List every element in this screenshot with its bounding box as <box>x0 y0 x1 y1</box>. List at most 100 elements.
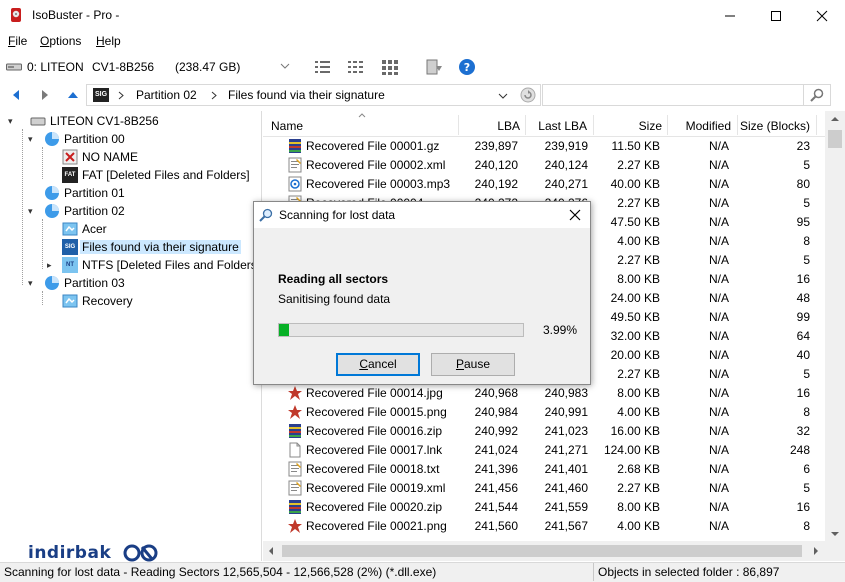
scan-dialog[interactable]: Scanning for lost data Reading all secto… <box>253 201 591 385</box>
tree-item-partition-00[interactable]: Partition 00 <box>44 130 125 148</box>
close-icon <box>816 10 828 21</box>
path-bar[interactable]: SIG Partition 02 Files found via their s… <box>86 84 541 106</box>
column-header-modified[interactable]: Modified <box>667 119 731 133</box>
cell-blocks: 32 <box>796 424 810 438</box>
minimize-button[interactable] <box>707 0 753 31</box>
tree-item-partition-02[interactable]: Partition 02 <box>44 202 125 220</box>
close-icon[interactable] <box>568 208 582 222</box>
table-row[interactable]: Recovered File 00017.lnk 241,024 241,271 12… <box>263 441 825 460</box>
dialog-status-heading: Reading all sectors <box>278 272 389 286</box>
horizontal-scroll-thumb[interactable] <box>282 545 802 557</box>
watermark-logo: indirbak <box>28 543 160 563</box>
text-file-icon <box>288 461 302 477</box>
maximize-button[interactable] <box>753 0 799 31</box>
tree-item-no-name[interactable]: NO NAME <box>62 148 138 166</box>
cell-last: 240,124 <box>544 158 588 172</box>
cell-name: Recovered File 00019.xml <box>306 481 446 495</box>
table-row[interactable]: Recovered File 00002.xml 240,120 240,124 2.… <box>263 156 825 175</box>
search-button[interactable] <box>803 85 830 105</box>
refresh-icon[interactable] <box>520 87 536 103</box>
table-row[interactable]: Recovered File 00018.txt 241,396 241,401 2.… <box>263 460 825 479</box>
table-row[interactable]: Recovered File 00016.zip 240,992 241,023 16… <box>263 422 825 441</box>
forward-arrow-icon[interactable] <box>39 89 51 101</box>
tree-collapse-toggle[interactable]: ▾ <box>8 116 13 127</box>
cancel-button[interactable]: Cancel <box>336 353 420 376</box>
column-header-size[interactable]: Size <box>593 119 662 133</box>
image-file-icon <box>288 519 302 533</box>
column-divider[interactable] <box>816 115 817 135</box>
cell-last: 241,567 <box>544 519 588 533</box>
partition-icon <box>45 276 59 290</box>
tree-expand-toggle[interactable]: ▸ <box>47 260 52 271</box>
table-row[interactable]: Recovered File 00001.gz 239,897 239,919 11.… <box>263 137 825 156</box>
menu-options[interactable]: Options <box>40 34 81 48</box>
cell-size: 4.00 KB <box>617 519 660 533</box>
back-arrow-icon[interactable] <box>10 89 22 101</box>
cell-lba: 240,992 <box>474 424 518 438</box>
table-row[interactable]: Recovered File 00020.zip 241,544 241,559 8.… <box>263 498 825 517</box>
cell-size: 11.50 KB <box>611 139 660 153</box>
tree-item-files-by-signature[interactable]: SIG Files found via their signature <box>62 238 241 256</box>
path-segment-folder[interactable]: Files found via their signature <box>228 88 385 102</box>
cell-mod: N/A <box>708 253 729 267</box>
svg-text:?: ? <box>464 61 470 74</box>
tree-item-recovery[interactable]: Recovery <box>62 292 133 310</box>
cell-last: 241,559 <box>544 500 588 514</box>
scroll-left-icon[interactable] <box>268 546 274 556</box>
details-view-icon[interactable] <box>346 58 366 76</box>
cell-lba: 241,024 <box>474 443 518 457</box>
search-input[interactable] <box>542 84 831 106</box>
table-row[interactable]: Recovered File 00015.png 240,984 240,991 4.… <box>263 403 825 422</box>
chevron-down-icon[interactable] <box>280 62 290 70</box>
cell-size: 20.00 KB <box>610 348 660 362</box>
tree-item-partition-03[interactable]: Partition 03 <box>44 274 125 292</box>
path-segment-partition[interactable]: Partition 02 <box>136 88 197 102</box>
partition-icon <box>45 132 59 146</box>
tree-item-fat-deleted[interactable]: FAT FAT [Deleted Files and Folders] <box>62 166 250 184</box>
table-row[interactable]: Recovered File 00003.mp3 240,192 240,271 40… <box>263 175 825 194</box>
search-icon <box>810 88 824 102</box>
vertical-scrollbar[interactable] <box>825 111 845 541</box>
scroll-down-icon[interactable] <box>830 531 840 537</box>
table-row[interactable]: Recovered File 00019.xml 241,456 241,460 2.… <box>263 479 825 498</box>
up-arrow-icon[interactable] <box>67 89 79 101</box>
tree-collapse-toggle[interactable]: ▾ <box>28 134 33 145</box>
cell-last: 241,271 <box>544 443 588 457</box>
status-divider <box>593 563 594 581</box>
cell-lba: 241,544 <box>474 500 518 514</box>
column-header-size-blocks[interactable]: Size (Blocks) <box>737 119 810 133</box>
column-header-name[interactable]: Name <box>271 119 303 133</box>
tree-item-drive[interactable]: LITEON CV1-8B256 <box>30 112 159 130</box>
help-icon[interactable]: ? <box>457 58 477 76</box>
isobuster-app-icon[interactable] <box>8 7 24 23</box>
close-button[interactable] <box>799 0 845 31</box>
column-header-lba[interactable]: LBA <box>458 119 520 133</box>
tree-collapse-toggle[interactable]: ▾ <box>28 206 33 217</box>
icon-view-icon[interactable] <box>380 58 400 76</box>
cell-mod: N/A <box>708 215 729 229</box>
cell-mod: N/A <box>708 348 729 362</box>
extract-icon[interactable] <box>424 58 444 76</box>
menu-help[interactable]: Help <box>96 34 121 48</box>
table-row[interactable]: Recovered File 00021.png 241,560 241,567 4.… <box>263 517 825 536</box>
sig-badge-icon: SIG <box>62 239 78 255</box>
tree-item-acer[interactable]: Acer <box>62 220 107 238</box>
cell-mod: N/A <box>708 272 729 286</box>
vertical-scroll-thumb[interactable] <box>828 130 842 148</box>
tree-item-partition-01[interactable]: Partition 01 <box>44 184 125 202</box>
pause-button[interactable]: Pause <box>431 353 515 376</box>
list-view-icon[interactable] <box>313 58 333 76</box>
cell-last: 241,460 <box>544 481 588 495</box>
search-icon <box>259 208 273 222</box>
scroll-right-icon[interactable] <box>813 546 819 556</box>
tree-pane[interactable]: ▾ LITEON CV1-8B256 ▾ Partition 00 NO NAM… <box>0 111 262 561</box>
chevron-down-icon[interactable] <box>498 92 508 100</box>
image-file-icon <box>288 405 302 419</box>
tree-item-ntfs-deleted[interactable]: NT NTFS [Deleted Files and Folders] <box>62 256 260 274</box>
table-row[interactable]: Recovered File 00014.jpg 240,968 240,983 8.… <box>263 384 825 403</box>
tree-collapse-toggle[interactable]: ▾ <box>28 278 33 289</box>
menu-file[interactable]: File <box>8 34 27 48</box>
cell-size: 40.00 KB <box>610 177 660 191</box>
scroll-up-icon[interactable] <box>830 116 840 122</box>
column-header-last-lba[interactable]: Last LBA <box>525 119 587 133</box>
